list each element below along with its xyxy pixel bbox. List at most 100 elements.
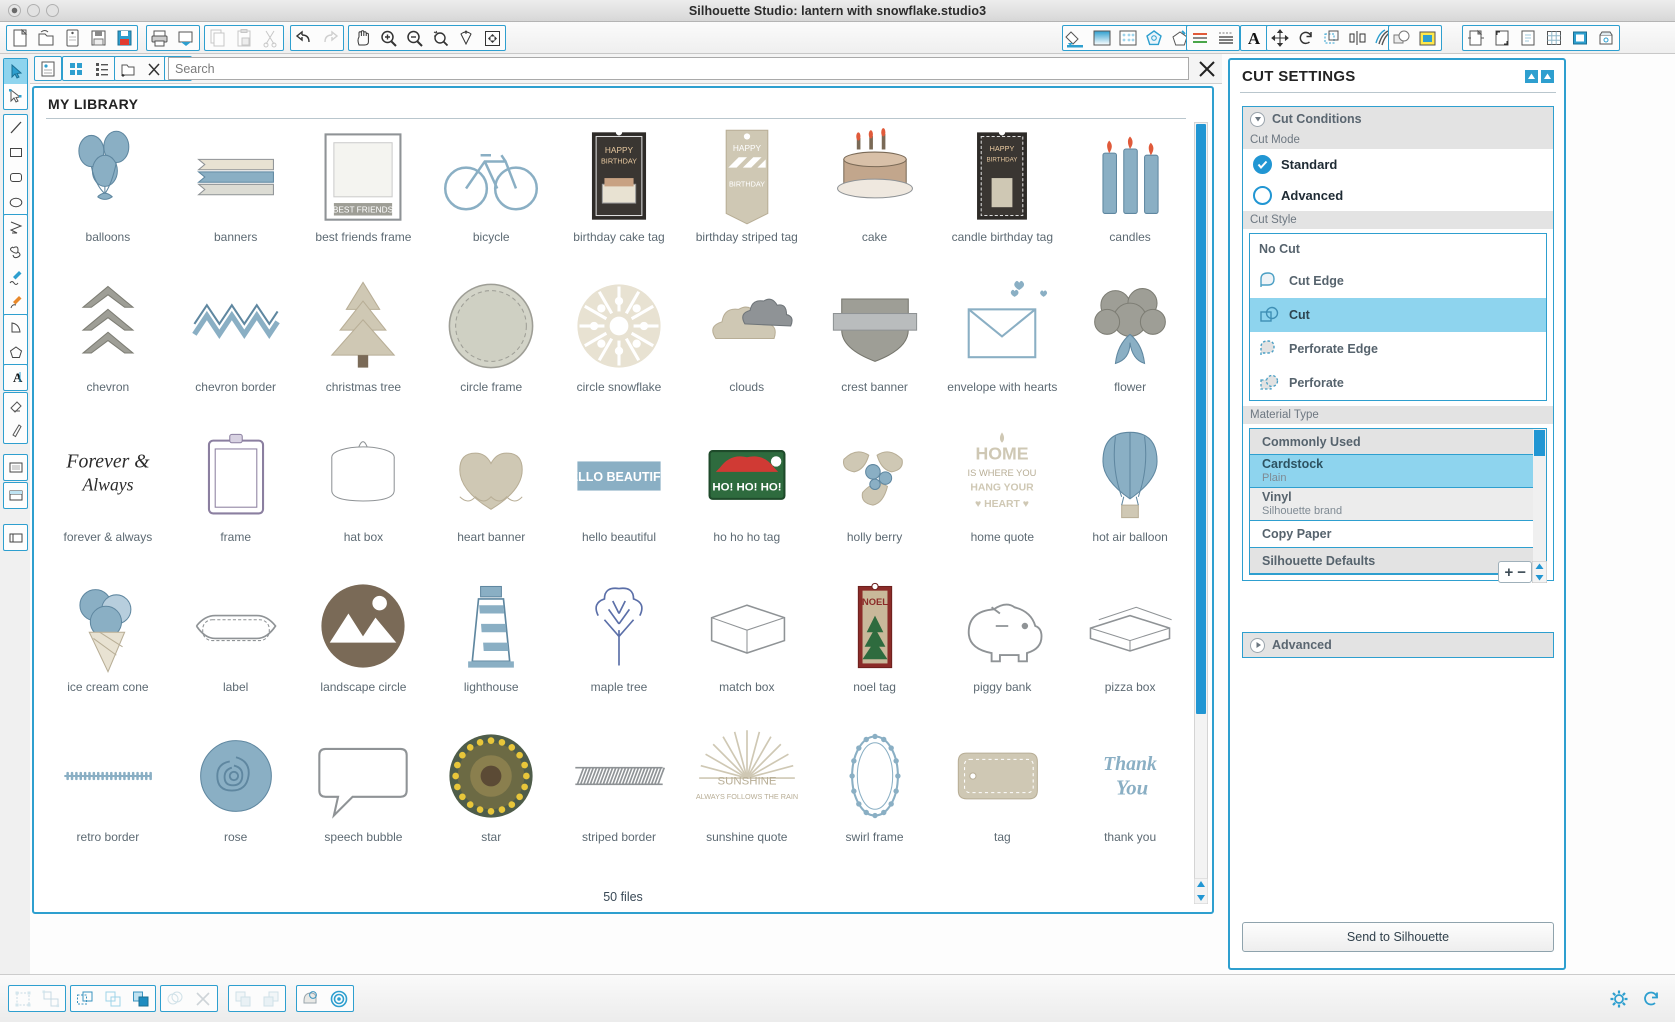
library-item[interactable]: match box <box>683 574 811 724</box>
select-arrow-icon[interactable] <box>4 59 27 84</box>
window-controls[interactable] <box>8 4 59 17</box>
library-scroll-arrows[interactable] <box>1194 878 1208 904</box>
save-as-library-icon[interactable] <box>111 26 137 50</box>
advanced-header[interactable]: Advanced <box>1243 633 1553 657</box>
zoom-region-icon[interactable] <box>453 26 479 50</box>
panel-tool-icon[interactable] <box>4 483 27 508</box>
library-item[interactable]: maple tree <box>555 574 683 724</box>
polygon-tool-icon[interactable] <box>4 215 27 240</box>
library-item[interactable]: ThankYouthank you <box>1066 724 1194 874</box>
library-item[interactable]: rose <box>172 724 300 874</box>
library-item[interactable]: hot air balloon <box>1066 424 1194 574</box>
cut-style-option-cut[interactable]: Cut <box>1250 298 1546 332</box>
layers-tool-icon[interactable] <box>4 525 27 550</box>
redo-icon[interactable] <box>317 26 343 50</box>
gradient-fill-icon[interactable] <box>1089 26 1115 50</box>
material-list-scrollbar-thumb[interactable] <box>1534 430 1545 456</box>
undo-icon[interactable] <box>291 26 317 50</box>
library-item[interactable]: swirl frame <box>811 724 939 874</box>
library-item[interactable]: clouds <box>683 274 811 424</box>
registration-marks-icon[interactable] <box>1489 26 1515 50</box>
group-icon[interactable] <box>9 986 37 1011</box>
ellipse-tool-icon[interactable] <box>4 190 27 215</box>
intersect-icon[interactable] <box>161 986 189 1011</box>
chevron-down-icon[interactable] <box>1250 112 1265 127</box>
page-tool-icon[interactable] <box>4 455 27 480</box>
chevron-right-icon[interactable] <box>1250 638 1265 653</box>
grid-icon[interactable] <box>1541 26 1567 50</box>
library-item[interactable]: HELLO BEAUTIFULhello beautiful <box>555 424 683 574</box>
bring-to-front-icon[interactable] <box>229 986 257 1011</box>
radio-standard-icon[interactable] <box>1253 155 1272 174</box>
zoom-selection-icon[interactable] <box>427 26 453 50</box>
new-folder-icon[interactable] <box>115 57 141 81</box>
offset-shape-icon[interactable] <box>297 986 325 1011</box>
close-window-button[interactable] <box>8 4 21 17</box>
print-icon[interactable] <box>147 26 173 50</box>
cut-send-icon[interactable] <box>173 26 199 50</box>
library-item[interactable]: BEST FRIENDSbest friends frame <box>300 124 428 274</box>
library-item[interactable]: star <box>427 724 555 874</box>
material-option-copy-paper[interactable]: Copy Paper <box>1250 521 1546 548</box>
rounded-rectangle-tool-icon[interactable] <box>4 165 27 190</box>
library-item[interactable]: circle snowflake <box>555 274 683 424</box>
material-option-vinyl[interactable]: VinylSilhouette brand <box>1250 488 1546 521</box>
knife-tool-icon[interactable] <box>4 418 27 443</box>
library-item[interactable]: speech bubble <box>300 724 428 874</box>
cut-mode-option-advanced[interactable]: Advanced <box>1243 180 1553 211</box>
close-icon[interactable] <box>1196 58 1218 80</box>
library-item[interactable]: envelope with hearts <box>938 274 1066 424</box>
cut-style-option-cut-edge[interactable]: Cut Edge <box>1250 264 1546 298</box>
library-item[interactable]: HAPPYBIRTHDAYbirthday striped tag <box>683 124 811 274</box>
add-material-button[interactable]: + <box>1504 564 1513 581</box>
library-view-icon[interactable] <box>35 57 61 81</box>
zoom-out-icon[interactable] <box>401 26 427 50</box>
subtract-icon[interactable] <box>189 986 217 1011</box>
text-style-icon[interactable]: A <box>1241 26 1267 50</box>
paste-icon[interactable] <box>231 26 257 50</box>
library-item[interactable]: landscape circle <box>300 574 428 724</box>
list-view-icon[interactable] <box>89 57 115 81</box>
cut-style-list[interactable]: No CutCut EdgeCutPerforate EdgePerforate <box>1249 233 1547 401</box>
cut-style-option-perforate[interactable]: Perforate <box>1250 366 1546 400</box>
remove-material-button[interactable]: − <box>1517 564 1526 581</box>
search-input[interactable]: Search <box>168 57 1189 80</box>
library-item[interactable]: cake <box>811 124 939 274</box>
arc-tool-icon[interactable] <box>4 315 27 340</box>
curve-tool-icon[interactable] <box>4 240 27 265</box>
freehand-tool-icon[interactable] <box>4 265 27 290</box>
library-item[interactable]: HAPPYBIRTHDAYcandle birthday tag <box>938 124 1066 274</box>
cut-settings-panel-icon[interactable] <box>1515 26 1541 50</box>
move-icon[interactable] <box>1267 26 1293 50</box>
cut-conditions-header[interactable]: Cut Conditions <box>1243 107 1553 131</box>
release-compound-path-icon[interactable] <box>99 986 127 1011</box>
sync-icon[interactable] <box>1641 989 1661 1014</box>
weld-icon[interactable] <box>127 986 155 1011</box>
library-item[interactable]: HOMEIS WHERE YOUHANG YOUR♥ HEART ♥home q… <box>938 424 1066 574</box>
sketch-style-icon[interactable] <box>1213 26 1239 50</box>
library-item[interactable]: pizza box <box>1066 574 1194 724</box>
save-icon[interactable] <box>85 26 111 50</box>
material-group-commonly-used[interactable]: Commonly Used <box>1250 429 1546 455</box>
line-tool-icon[interactable] <box>4 115 27 140</box>
library-item[interactable]: crest banner <box>811 274 939 424</box>
library-item[interactable]: piggy bank <box>938 574 1066 724</box>
fill-color-icon[interactable] <box>1063 26 1089 50</box>
library-item[interactable]: banners <box>172 124 300 274</box>
rotate-icon[interactable] <box>1293 26 1319 50</box>
scissors-cut-icon[interactable] <box>257 26 283 50</box>
zoom-window-button[interactable] <box>46 4 59 17</box>
library-item[interactable]: retro border <box>44 724 172 874</box>
material-list-scrollbar[interactable] <box>1533 429 1546 574</box>
library-item[interactable]: ice cream cone <box>44 574 172 724</box>
modify-icon[interactable] <box>1389 26 1415 50</box>
library-item[interactable]: chevron border <box>172 274 300 424</box>
library-item[interactable]: candles <box>1066 124 1194 274</box>
library-item[interactable]: lighthouse <box>427 574 555 724</box>
material-type-list[interactable]: Commonly UsedCardstockPlainVinylSilhouet… <box>1249 428 1547 575</box>
library-item[interactable]: HO! HO! HO!ho ho ho tag <box>683 424 811 574</box>
library-item[interactable]: balloons <box>44 124 172 274</box>
collapse-down-icon[interactable] <box>1541 70 1554 83</box>
store-icon[interactable] <box>1593 26 1619 50</box>
regular-polygon-tool-icon[interactable] <box>4 340 27 365</box>
